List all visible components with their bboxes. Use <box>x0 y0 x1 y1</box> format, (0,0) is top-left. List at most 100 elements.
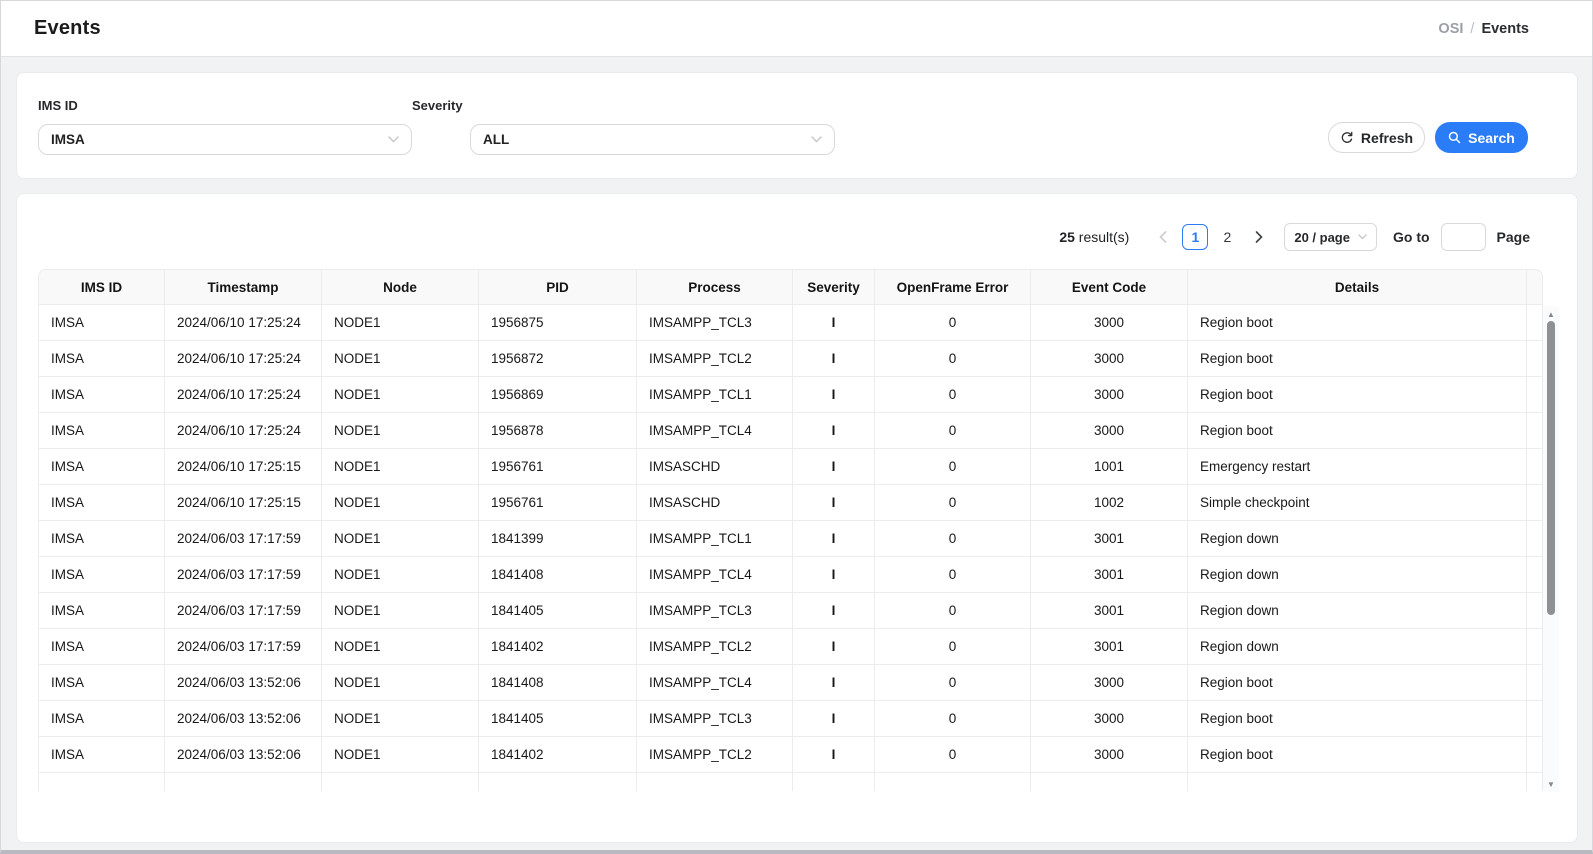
table-cell: 0 <box>875 521 1031 557</box>
table-row: IMSA 2024/06/10 17:25:24 NODE1 1956872 I… <box>38 341 1543 377</box>
table-cell: NODE1 <box>322 341 479 377</box>
table-spacer-cell <box>1527 449 1543 485</box>
table-cell: IMSASCHD <box>637 449 793 485</box>
table-cell: IMSA <box>38 701 165 737</box>
table-header-cell: Severity <box>793 269 875 305</box>
table-row: IMSA 2024/06/03 17:17:59 NODE1 1841408 I… <box>38 557 1543 593</box>
table-cell: 3000 <box>1031 665 1188 701</box>
table-cell: Emergency restart <box>1188 449 1527 485</box>
table-cell: IMSA <box>38 593 165 629</box>
table-cell: 0 <box>875 701 1031 737</box>
table-row: IMSA 2024/06/03 13:52:06 NODE1 1841405 I… <box>38 701 1543 737</box>
table-spacer-cell <box>1527 773 1543 791</box>
table-cell: I <box>793 521 875 557</box>
table-body: IMSA 2024/06/10 17:25:24 NODE1 1956875 I… <box>38 305 1543 791</box>
table-cell <box>322 773 479 791</box>
table-spacer-cell <box>1527 557 1543 593</box>
scroll-down-button[interactable]: ▼ <box>1543 777 1559 791</box>
table-cell: 2024/06/03 17:17:59 <box>165 593 322 629</box>
table-header-cell: Node <box>322 269 479 305</box>
page-button[interactable]: 1 <box>1182 224 1208 250</box>
table-cell: 3000 <box>1031 377 1188 413</box>
table-cell: I <box>793 593 875 629</box>
scrollbar-thumb[interactable] <box>1547 321 1555 615</box>
table-cell: 1956869 <box>479 377 637 413</box>
table-cell: 0 <box>875 629 1031 665</box>
ims-id-field: IMS ID IMSA <box>38 98 412 155</box>
table-cell: I <box>793 449 875 485</box>
table-cell: 0 <box>875 449 1031 485</box>
table-cell: NODE1 <box>322 629 479 665</box>
table-row: IMSA 2024/06/10 17:25:24 NODE1 1956869 I… <box>38 377 1543 413</box>
chevron-down-icon <box>388 136 399 143</box>
table-cell: 3000 <box>1031 341 1188 377</box>
search-button[interactable]: Search <box>1435 122 1528 153</box>
results-count: 25 result(s) <box>1059 229 1129 245</box>
table-cell: NODE1 <box>322 305 479 341</box>
vertical-scrollbar: ▲ ▼ <box>1543 306 1559 792</box>
table-cell: IMSAMPP_TCL4 <box>637 413 793 449</box>
table-cell: 1956872 <box>479 341 637 377</box>
ims-id-label: IMS ID <box>38 98 412 113</box>
top-bar: Events OSI / Events <box>1 1 1592 57</box>
next-page-button[interactable] <box>1246 224 1272 250</box>
table-cell: IMSAMPP_TCL3 <box>637 305 793 341</box>
goto-page-input[interactable] <box>1441 223 1486 251</box>
search-button-label: Search <box>1468 130 1515 146</box>
page-button[interactable]: 2 <box>1214 224 1240 250</box>
events-page: Events OSI / Events IMS ID IMSA Severity… <box>0 0 1593 854</box>
scroll-up-button[interactable]: ▲ <box>1543 307 1559 321</box>
table-cell <box>38 773 165 791</box>
table-scroll-viewport: IMSA 2024/06/10 17:25:24 NODE1 1956875 I… <box>38 305 1543 791</box>
table-cell: 3000 <box>1031 413 1188 449</box>
table-cell: 1841399 <box>479 521 637 557</box>
table-cell: 3000 <box>1031 737 1188 773</box>
table-spacer-cell <box>1527 485 1543 521</box>
table-cell: I <box>793 701 875 737</box>
table-spacer-cell <box>1527 521 1543 557</box>
results-panel: 25 result(s) 1 2 20 / page Go to Page <box>16 193 1578 843</box>
table-cell: 1956761 <box>479 485 637 521</box>
table-row: IMSA 2024/06/03 13:52:06 NODE1 1841408 I… <box>38 665 1543 701</box>
severity-select[interactable]: ALL <box>470 124 835 155</box>
breadcrumb-root-link[interactable]: OSI <box>1438 21 1463 37</box>
refresh-button[interactable]: Refresh <box>1328 122 1425 153</box>
ims-id-select[interactable]: IMSA <box>38 124 412 155</box>
prev-page-button[interactable] <box>1150 224 1176 250</box>
table-cell: 0 <box>875 341 1031 377</box>
table-cell <box>479 773 637 791</box>
table-row: IMSA 2024/06/03 17:17:59 NODE1 1841402 I… <box>38 629 1543 665</box>
page-title: Events <box>34 17 101 40</box>
table-cell: Region down <box>1188 593 1527 629</box>
table-cell: 1956761 <box>479 449 637 485</box>
table-cell: IMSAMPP_TCL4 <box>637 665 793 701</box>
page-size-select[interactable]: 20 / page <box>1284 223 1377 251</box>
table-cell: 0 <box>875 413 1031 449</box>
table-cell: Region down <box>1188 557 1527 593</box>
table-row: IMSA 2024/06/10 17:25:24 NODE1 1956875 I… <box>38 305 1543 341</box>
table-cell: 3001 <box>1031 629 1188 665</box>
table-cell: I <box>793 377 875 413</box>
table-spacer-cell <box>1527 629 1543 665</box>
table-spacer-cell <box>1527 737 1543 773</box>
table-cell: I <box>793 629 875 665</box>
table-cell: 0 <box>875 665 1031 701</box>
table-cell: 2024/06/10 17:25:24 <box>165 413 322 449</box>
table-cell: I <box>793 305 875 341</box>
table-cell: I <box>793 341 875 377</box>
table-cell: I <box>793 737 875 773</box>
table-cell: IMSA <box>38 557 165 593</box>
table-cell: Region down <box>1188 521 1527 557</box>
table-spacer-cell <box>1527 341 1543 377</box>
table-cell: IMSAMPP_TCL2 <box>637 629 793 665</box>
table-cell: 0 <box>875 377 1031 413</box>
table-row: IMSA 2024/06/10 17:25:24 NODE1 1956878 I… <box>38 413 1543 449</box>
table-cell: IMSA <box>38 377 165 413</box>
table-cell: Region boot <box>1188 377 1527 413</box>
refresh-icon <box>1340 131 1354 145</box>
table-cell: Region boot <box>1188 413 1527 449</box>
table-cell: 1001 <box>1031 449 1188 485</box>
table-cell: I <box>793 413 875 449</box>
breadcrumb-current: Events <box>1481 21 1529 37</box>
table-spacer-cell <box>1527 665 1543 701</box>
